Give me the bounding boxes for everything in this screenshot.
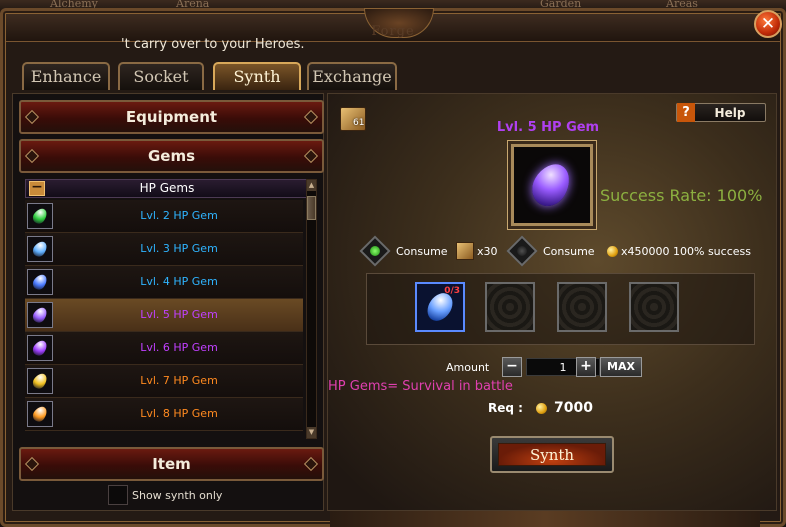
gem-list: Lvl. 2 HP Gem Lvl. 3 HP Gem Lvl. 4 HP Gem L… <box>25 200 303 438</box>
requirement-label: Req : <box>488 401 523 415</box>
gem-list-item[interactable]: Lvl. 8 HP Gem <box>25 398 303 431</box>
gem-list-item-label: Lvl. 5 HP Gem <box>140 308 218 321</box>
question-icon: ? <box>677 103 695 122</box>
amount-label: Amount <box>446 361 490 374</box>
gem-icon <box>30 206 50 226</box>
scroll-thumb[interactable] <box>307 196 316 220</box>
purple-gem-icon <box>525 157 577 213</box>
gold-coin-icon <box>536 403 547 414</box>
category-equipment[interactable]: Equipment <box>19 100 324 134</box>
requirement-value: 7000 <box>554 400 593 416</box>
amount-minus-button[interactable]: − <box>502 357 522 377</box>
gem-slot <box>27 302 53 328</box>
success-rate: Success Rate: 100% <box>600 186 763 205</box>
gem-list-scrollbar[interactable]: ▲ ▼ <box>306 179 317 439</box>
gem-list-item[interactable]: Lvl. 2 HP Gem <box>25 200 303 233</box>
category-item[interactable]: Item <box>19 447 324 481</box>
target-gem-slot[interactable] <box>511 144 593 226</box>
target-gem-name: Lvl. 5 HP Gem <box>496 120 600 135</box>
diamond-ornament-icon <box>303 148 319 164</box>
amount-plus-button[interactable]: + <box>576 357 596 377</box>
show-synth-only-checkbox[interactable] <box>108 485 128 505</box>
scroll-icon <box>456 242 474 260</box>
gem-slot <box>27 203 53 229</box>
material-slot-2[interactable] <box>485 282 535 332</box>
consume-label: Consume <box>396 245 448 258</box>
help-label: Help <box>714 106 746 120</box>
diamond-ornament-icon <box>303 109 319 125</box>
category-gems-label: Gems <box>147 147 196 165</box>
gem-icon <box>30 239 50 259</box>
gem-slot <box>27 401 53 427</box>
category-item-label: Item <box>152 455 191 473</box>
gem-list-item-label: Lvl. 7 HP Gem <box>140 374 218 387</box>
subcategory-label: HP Gems <box>139 181 195 195</box>
consume-scroll-amount: x30 <box>477 245 498 258</box>
synth-panel: 61 ? Help Lvl. 5 HP Gem Success Rate: 10… <box>327 93 777 511</box>
synth-button-label: Synth <box>498 443 606 466</box>
gem-list-item-label: Lvl. 2 HP Gem <box>140 209 218 222</box>
gem-list-item[interactable]: Lvl. 4 HP Gem <box>25 266 303 299</box>
hp-gems-note: HP Gems= Survival in battle <box>328 379 513 394</box>
gem-slot <box>27 368 53 394</box>
material-slot-1[interactable]: 0/3 <box>415 282 465 332</box>
tab-enhance[interactable]: Enhance <box>22 62 110 90</box>
gem-list-item[interactable]: Lvl. 3 HP Gem <box>25 233 303 266</box>
gem-icon <box>30 272 50 292</box>
gem-icon <box>30 371 50 391</box>
max-button[interactable]: MAX <box>600 357 642 377</box>
bottom-ornament <box>330 511 760 527</box>
scroll-count-icon: 61 <box>340 107 366 131</box>
material-count: 0/3 <box>444 286 460 296</box>
tab-exchange[interactable]: Exchange <box>307 62 397 90</box>
consume-label: Consume <box>543 245 595 258</box>
diamond-ornament-icon <box>303 456 319 472</box>
gem-list-item-label: Lvl. 3 HP Gem <box>140 242 218 255</box>
gem-icon <box>30 305 50 325</box>
diamond-ornament-icon <box>24 109 40 125</box>
gem-list-item[interactable]: Lvl. 5 HP Gem <box>25 299 303 332</box>
dark-orb-icon[interactable] <box>506 235 538 267</box>
gem-slot <box>27 236 53 262</box>
gem-slot <box>27 335 53 361</box>
gem-list-item-label: Lvl. 8 HP Gem <box>140 407 218 420</box>
category-panel: Equipment Gems − HP Gems Lvl. 2 HP Gem Lv… <box>12 93 324 511</box>
tab-synth[interactable]: Synth <box>213 62 301 90</box>
gem-list-item[interactable]: Lvl. 7 HP Gem <box>25 365 303 398</box>
category-gems[interactable]: Gems <box>19 139 324 173</box>
owned-count: 61 <box>353 118 365 128</box>
green-orb-icon[interactable] <box>359 235 391 267</box>
gem-list-item-label: Lvl. 4 HP Gem <box>140 275 218 288</box>
material-slot-4[interactable] <box>629 282 679 332</box>
show-synth-only-label: Show synth only <box>132 489 223 502</box>
tab-socket[interactable]: Socket <box>118 62 204 90</box>
subcategory-hp-gems[interactable]: − HP Gems <box>25 179 309 198</box>
consume-gold-amount: x450000 100% success <box>621 245 751 258</box>
diamond-ornament-icon <box>24 456 40 472</box>
scroll-down-icon[interactable]: ▼ <box>307 427 316 438</box>
collapse-button[interactable]: − <box>29 180 45 196</box>
help-button[interactable]: ? Help <box>676 103 766 122</box>
gem-list-item[interactable]: Lvl. 6 HP Gem <box>25 332 303 365</box>
material-slot-3[interactable] <box>557 282 607 332</box>
gem-icon <box>30 404 50 424</box>
category-equipment-label: Equipment <box>125 108 218 126</box>
scroll-up-icon[interactable]: ▲ <box>307 180 316 191</box>
notice-text: 't carry over to your Heroes. <box>121 37 305 52</box>
diamond-ornament-icon <box>24 148 40 164</box>
synth-button[interactable]: Synth <box>490 436 614 473</box>
gem-icon <box>30 338 50 358</box>
gem-slot <box>27 269 53 295</box>
close-button[interactable]: ✕ <box>754 10 782 38</box>
gold-coin-icon <box>607 246 618 257</box>
gem-list-item-label: Lvl. 6 HP Gem <box>140 341 218 354</box>
material-slots: 0/3 <box>366 273 755 345</box>
